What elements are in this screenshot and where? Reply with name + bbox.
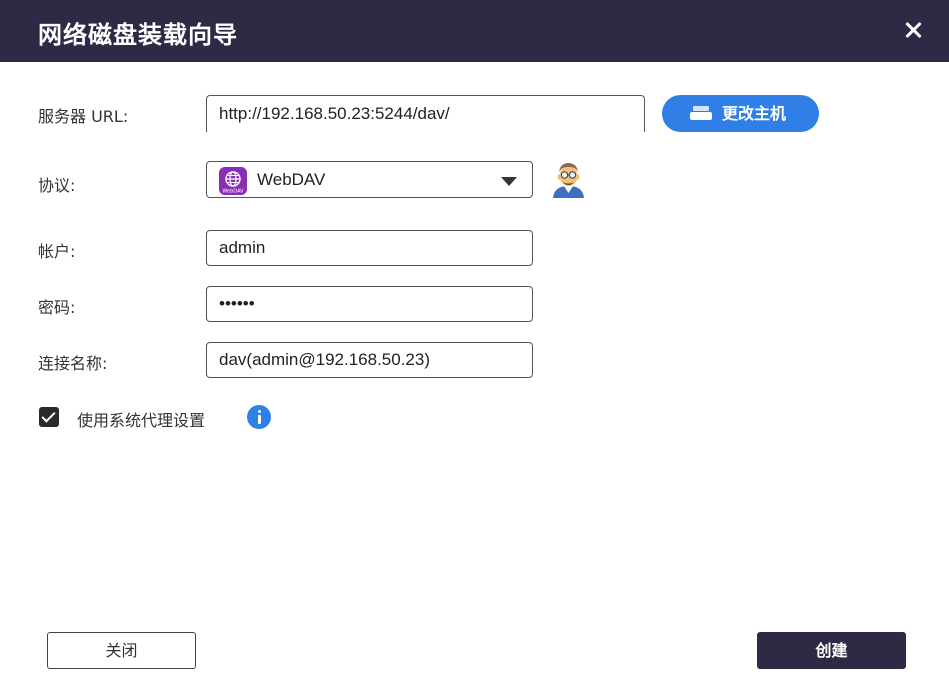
- connection-name-label: 连接名称:: [38, 354, 108, 373]
- account-label: 帐户:: [38, 242, 76, 261]
- change-host-button[interactable]: 更改主机: [662, 95, 819, 132]
- create-button[interactable]: 创建: [757, 632, 906, 669]
- change-host-label: 更改主机: [722, 104, 787, 123]
- server-url-input[interactable]: http://192.168.50.23:5244/dav/: [206, 95, 645, 132]
- avatar-icon[interactable]: [550, 162, 587, 198]
- account-input[interactable]: admin: [206, 230, 533, 266]
- webdav-icon-text: WebDAV: [222, 189, 244, 195]
- password-input[interactable]: ••••••: [206, 286, 533, 322]
- proxy-checkbox-label[interactable]: 使用系统代理设置: [77, 407, 205, 431]
- close-icon[interactable]: [899, 16, 927, 44]
- info-icon[interactable]: [247, 405, 271, 429]
- proxy-checkbox[interactable]: [39, 407, 59, 427]
- close-button[interactable]: 关闭: [47, 632, 196, 669]
- protocol-label: 协议:: [38, 176, 76, 195]
- host-icon: [690, 106, 712, 120]
- webdav-icon: WebDAV: [219, 167, 247, 195]
- dialog-titlebar: 网络磁盘装载向导: [0, 0, 949, 62]
- chevron-down-icon: [501, 177, 517, 186]
- connection-name-input[interactable]: dav(admin@192.168.50.23): [206, 342, 533, 378]
- dialog-title: 网络磁盘装载向导: [38, 21, 238, 49]
- server-url-label: 服务器 URL:: [38, 107, 129, 126]
- password-label: 密码:: [38, 298, 76, 317]
- protocol-value: WebDAV: [257, 170, 326, 189]
- protocol-select[interactable]: WebDAV WebDAV: [206, 161, 533, 198]
